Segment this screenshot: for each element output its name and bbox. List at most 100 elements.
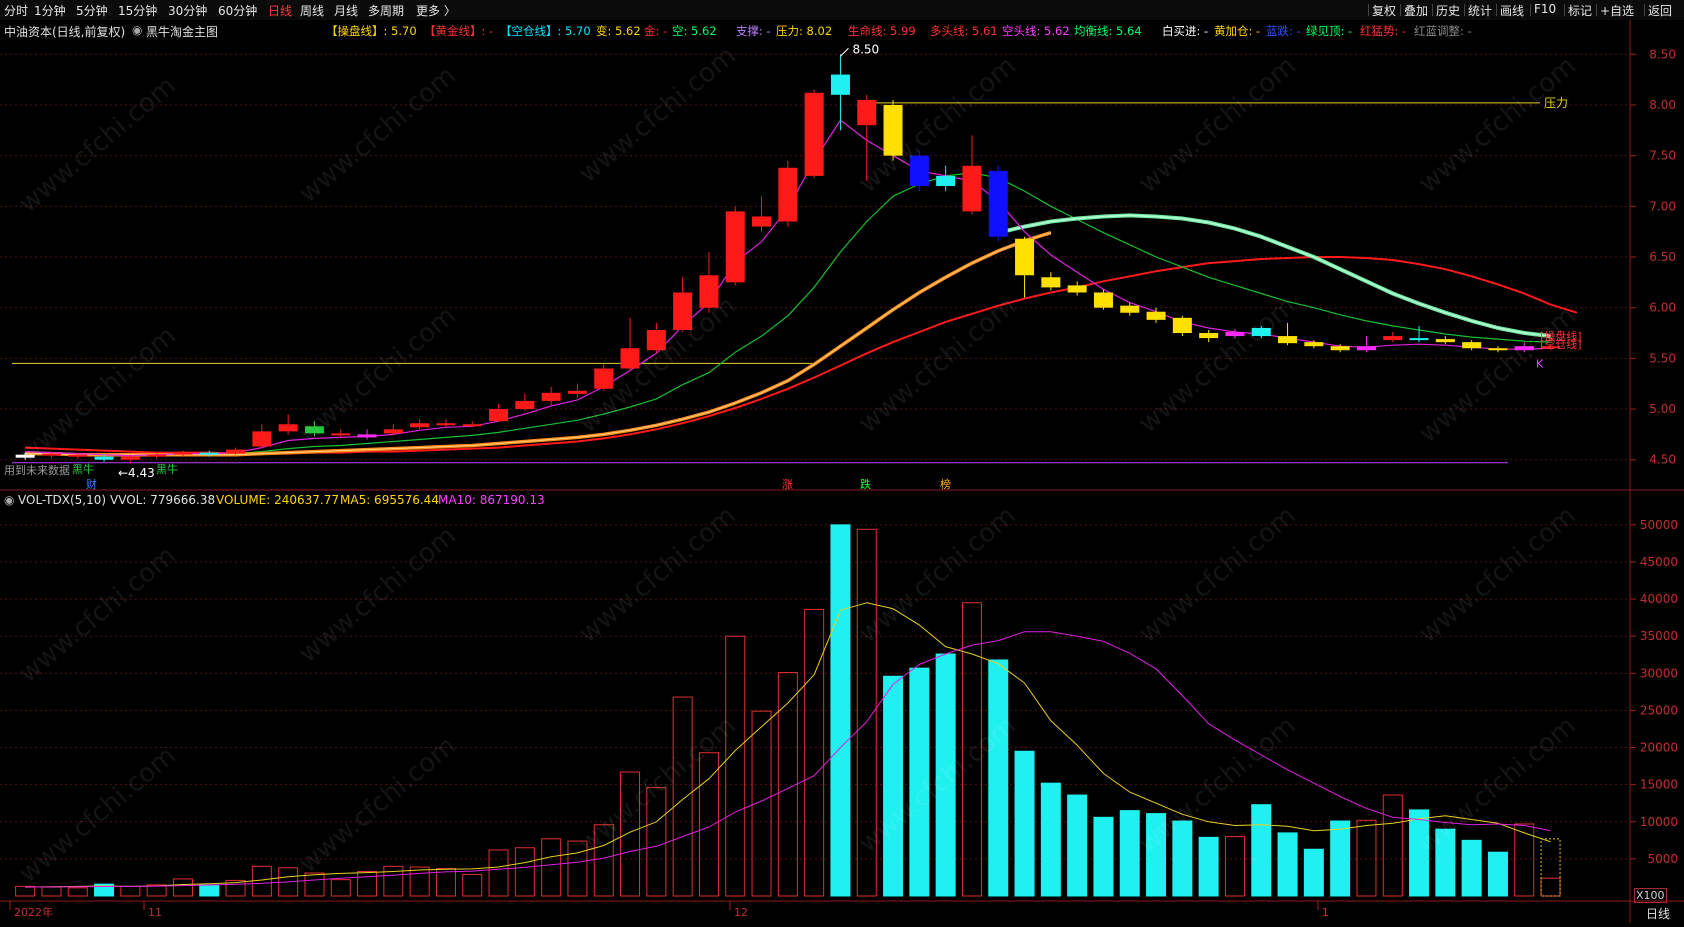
vol-tick-label: 30000: [1640, 666, 1678, 680]
indicator-value-15: 绿见顶: -: [1306, 24, 1353, 38]
bang-marker: 榜: [940, 478, 951, 491]
candle-body: [883, 104, 903, 156]
candle-body: [1356, 346, 1376, 351]
candle-body: [68, 454, 88, 457]
candle-body: [567, 390, 587, 394]
candle-body: [1304, 342, 1324, 347]
period-tab-2[interactable]: 5分钟: [76, 2, 108, 19]
low-label: ←4.43: [118, 466, 155, 480]
candle-body: [1383, 336, 1403, 341]
indicator-value-7: 压力: 8.02: [776, 24, 833, 38]
toolbar-button-8[interactable]: 返回: [1648, 2, 1672, 19]
candle-body: [515, 400, 535, 410]
period-toolbar: 分时 1分钟 5分钟 15分钟 30分钟 60分钟 日线 周线 月线 多周期 更多 〉 复权 叠加 历史…: [0, 0, 1684, 21]
toolbar-separator: [1496, 4, 1497, 16]
candle-body: [1462, 342, 1482, 349]
candle-body: [1041, 277, 1061, 288]
candle-body: [1514, 346, 1534, 351]
indicator-name[interactable]: 黑牛淘金主图: [146, 23, 218, 40]
candle-body: [541, 392, 561, 401]
volume-bar: [1303, 848, 1324, 897]
toolbar-separator: [1400, 4, 1401, 16]
period-tab-0[interactable]: 分时: [4, 2, 28, 19]
volume-bar: [1487, 851, 1508, 897]
toolbar-separator: [1368, 4, 1369, 16]
period-tab-5[interactable]: 60分钟: [218, 2, 257, 19]
candle-body: [962, 165, 982, 212]
candle-body: [830, 74, 850, 95]
ma5-value: MA5: 695576.44: [340, 493, 439, 507]
candle-body: [94, 456, 114, 460]
volume-bar: [1014, 750, 1035, 897]
volume-bar: [199, 884, 220, 897]
indicator-dropdown-icon[interactable]: ◉: [132, 23, 142, 37]
toolbar-button-7[interactable]: +自选: [1600, 2, 1634, 19]
toolbar-button-0[interactable]: 复权: [1372, 2, 1396, 19]
period-tab-1[interactable]: 1分钟: [34, 2, 66, 19]
indicator-value-0: 【操盘线】: 5.70: [326, 24, 417, 38]
candle-body: [462, 424, 482, 427]
toolbar-separator: [1432, 4, 1433, 16]
candle-body: [41, 453, 61, 456]
indicator-value-8: 生命线: 5.99: [848, 24, 916, 38]
candle-body: [778, 167, 798, 222]
candle-body: [804, 92, 824, 176]
volume-bar: [988, 659, 1009, 897]
candle-body: [357, 434, 377, 438]
period-tab-8[interactable]: 月线: [334, 2, 358, 19]
date-label: 2022年: [14, 905, 53, 919]
period-tab-4[interactable]: 30分钟: [168, 2, 207, 19]
toolbar-button-5[interactable]: F10: [1534, 2, 1556, 16]
future-data-note: 用到未来数据: [4, 464, 70, 477]
vvol-value: VVOL: 779666.38: [110, 493, 216, 507]
right-tag-empty-line: [空仓线]: [1540, 337, 1582, 351]
candle-body: [1225, 332, 1245, 337]
candle-body: [226, 449, 246, 454]
vol-collapse-icon[interactable]: ◉: [4, 493, 14, 507]
toolbar-button-1[interactable]: 叠加: [1404, 2, 1428, 19]
candle-body: [673, 292, 693, 330]
period-tab-9[interactable]: 多周期: [368, 2, 404, 19]
toolbar-separator: [1596, 4, 1597, 16]
price-tick-label: 5.00: [1649, 402, 1676, 416]
volume-bar: [1198, 836, 1219, 897]
vol-indicator-name[interactable]: VOL-TDX(5,10): [18, 493, 106, 507]
period-tab-6[interactable]: 日线: [268, 2, 292, 19]
indicator-value-9: 多头线: 5.61: [930, 24, 998, 38]
indicator-value-13: 黄加仓: -: [1214, 24, 1261, 38]
chart-area[interactable]: 8.50 8.00 7.50 7.00 6.50 6.00 5.50 5.00 4.50 5000…: [0, 20, 1684, 923]
vol-tick-label: 15000: [1640, 778, 1678, 792]
toolbar-button-4[interactable]: 画线: [1500, 2, 1524, 19]
toolbar-button-6[interactable]: 标记: [1568, 2, 1592, 19]
candle-body: [304, 426, 324, 434]
candle-body: [489, 409, 509, 422]
indicator-value-10: 空头线: 5.62: [1002, 24, 1070, 38]
indicator-value-12: 白买进: -: [1162, 24, 1209, 38]
candle-body: [1435, 339, 1455, 343]
kline-chart[interactable]: 8.50 8.00 7.50 7.00 6.50 6.00 5.50 5.00 4.50 5000…: [0, 20, 1684, 923]
candle-body: [252, 431, 272, 447]
candle-body: [1015, 238, 1035, 276]
candle-body: [752, 216, 772, 227]
date-label: 1: [1322, 906, 1329, 919]
period-tab-3[interactable]: 15分钟: [118, 2, 157, 19]
volume-bar: [1093, 816, 1114, 897]
indicator-value-14: 蓝跌: -: [1266, 24, 1301, 38]
candle-body: [988, 170, 1008, 237]
cai-marker: 财: [86, 478, 97, 491]
volume-bar: [1461, 839, 1482, 897]
candle-body: [725, 211, 745, 283]
toolbar-button-2[interactable]: 历史: [1436, 2, 1460, 19]
period-tab-7[interactable]: 周线: [300, 2, 324, 19]
volume-bar: [1067, 794, 1088, 897]
candle-body: [909, 155, 929, 187]
volume-bar: [1040, 782, 1061, 897]
toolbar-button-3[interactable]: 统计: [1468, 2, 1492, 19]
indicator-value-1: 【黄金线】: -: [424, 24, 494, 38]
price-tick-label: 7.50: [1649, 149, 1676, 163]
period-tab-10[interactable]: 更多 〉: [416, 2, 456, 19]
price-tick-label: 7.00: [1649, 199, 1676, 213]
price-tick-label: 6.50: [1649, 250, 1676, 264]
vol-tick-label: 45000: [1640, 555, 1678, 569]
candle-body: [410, 423, 430, 428]
